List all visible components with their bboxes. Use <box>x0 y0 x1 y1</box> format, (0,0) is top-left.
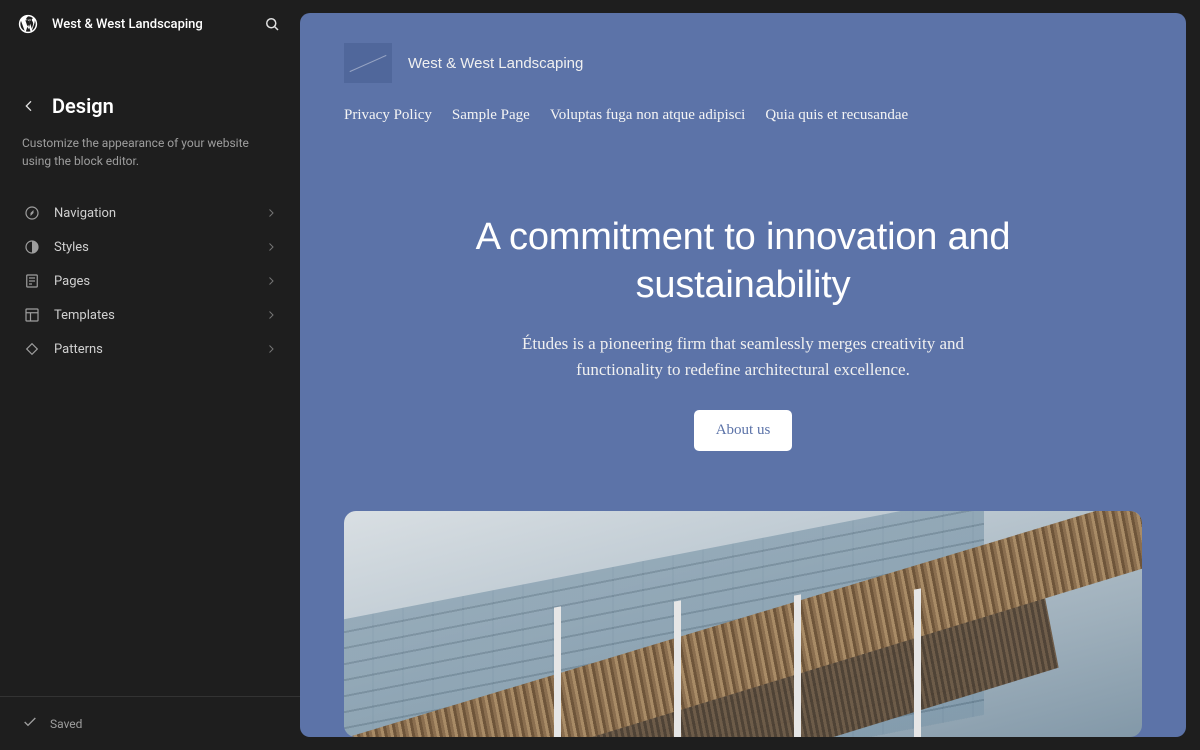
menu-item-pages[interactable]: Pages <box>8 264 292 298</box>
panel-description: Customize the appearance of your website… <box>0 130 300 190</box>
page-icon <box>22 271 42 291</box>
menu-item-navigation[interactable]: Navigation <box>8 196 292 230</box>
check-icon <box>22 714 38 734</box>
editor-sidebar: West & West Landscaping Design Customize… <box>0 0 300 750</box>
hero-subtitle[interactable]: Études is a pioneering firm that seamles… <box>483 331 1003 382</box>
menu-item-label: Templates <box>54 308 252 323</box>
preview-header: West & West Landscaping Privacy Policy S… <box>300 13 1186 124</box>
menu-item-styles[interactable]: Styles <box>8 230 292 264</box>
nav-link[interactable]: Sample Page <box>452 107 530 124</box>
menu-item-label: Patterns <box>54 342 252 357</box>
diamond-icon <box>22 339 42 359</box>
preview-site-title[interactable]: West & West Landscaping <box>408 55 583 72</box>
hero-cta-button[interactable]: About us <box>694 410 793 451</box>
sidebar-topbar: West & West Landscaping <box>0 0 300 48</box>
chevron-right-icon <box>264 342 278 356</box>
preview-nav: Privacy Policy Sample Page Voluptas fuga… <box>344 83 1142 124</box>
menu-item-templates[interactable]: Templates <box>8 298 292 332</box>
hero-title[interactable]: A commitment to innovation and sustainab… <box>423 214 1063 309</box>
chevron-right-icon <box>264 240 278 254</box>
layout-icon <box>22 305 42 325</box>
command-palette-button[interactable] <box>260 12 284 36</box>
design-menu: Navigation Styles Pages <box>0 190 300 372</box>
menu-item-label: Navigation <box>54 206 252 221</box>
menu-item-label: Styles <box>54 240 252 255</box>
menu-item-patterns[interactable]: Patterns <box>8 332 292 366</box>
panel-heading-row: Design <box>0 48 300 130</box>
contrast-icon <box>22 237 42 257</box>
wordpress-logo-icon[interactable] <box>16 12 40 36</box>
menu-item-label: Pages <box>54 274 252 289</box>
nav-link[interactable]: Voluptas fuga non atque adipisci <box>550 107 746 124</box>
back-button[interactable] <box>18 95 40 117</box>
site-name[interactable]: West & West Landscaping <box>52 17 248 32</box>
preview-hero: A commitment to innovation and sustainab… <box>300 124 1186 451</box>
compass-icon <box>22 203 42 223</box>
chevron-right-icon <box>264 274 278 288</box>
chevron-right-icon <box>264 308 278 322</box>
site-preview-canvas[interactable]: West & West Landscaping Privacy Policy S… <box>300 13 1186 737</box>
site-logo-placeholder[interactable] <box>344 43 392 83</box>
hero-image[interactable] <box>344 511 1142 737</box>
preview-wrapper: West & West Landscaping Privacy Policy S… <box>300 0 1200 750</box>
chevron-right-icon <box>264 206 278 220</box>
preview-brand: West & West Landscaping <box>344 43 1142 83</box>
nav-link[interactable]: Privacy Policy <box>344 107 432 124</box>
sidebar-footer: Saved <box>0 696 300 750</box>
panel-title: Design <box>52 94 114 118</box>
nav-link[interactable]: Quia quis et recusandae <box>765 107 908 124</box>
save-status: Saved <box>50 717 82 731</box>
